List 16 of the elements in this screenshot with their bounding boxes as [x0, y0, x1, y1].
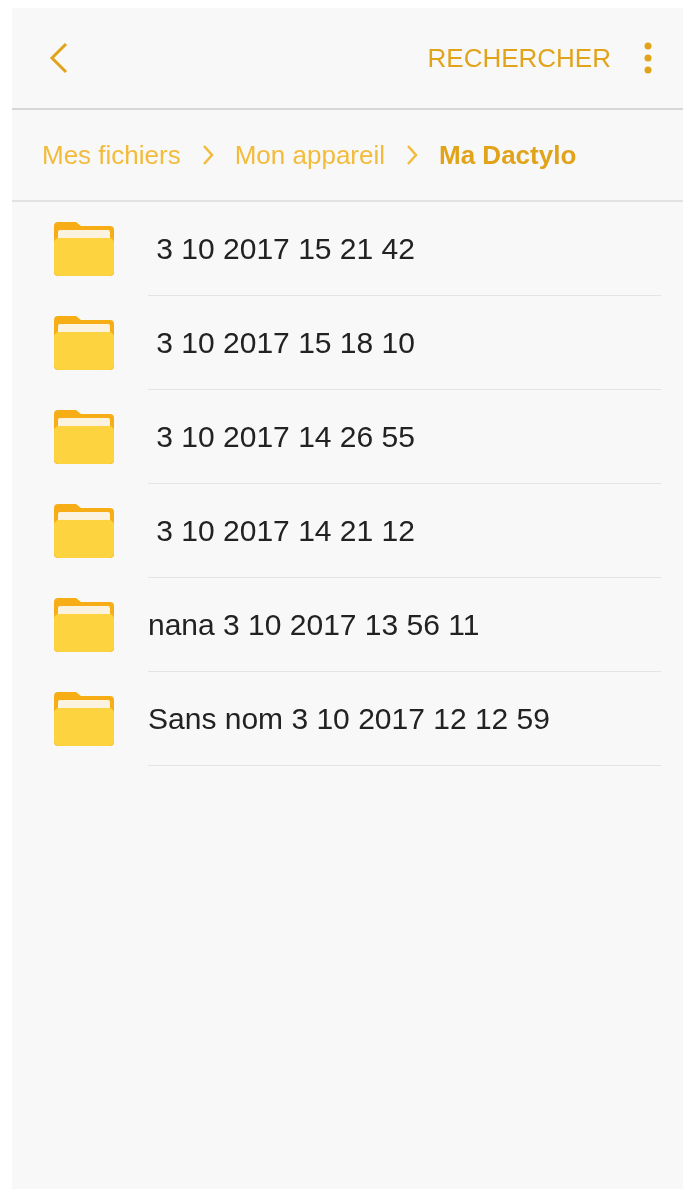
folder-name[interactable]: 3 10 2017 14 26 55 — [148, 419, 415, 454]
folder-icon — [54, 316, 114, 370]
folder-name[interactable]: 3 10 2017 14 21 12 — [148, 513, 415, 548]
folder-icon — [54, 504, 114, 558]
folder-icon — [54, 598, 114, 652]
chevron-right-icon — [200, 143, 215, 167]
folder-name[interactable]: 3 10 2017 15 18 10 — [148, 325, 415, 360]
back-button[interactable] — [48, 41, 70, 75]
chevron-right-icon — [405, 143, 419, 167]
folder-name[interactable]: 3 10 2017 15 21 42 — [148, 231, 415, 266]
folder-name[interactable]: Sans nom 3 10 2017 12 12 59 — [148, 701, 550, 736]
folder-name[interactable]: nana 3 10 2017 13 56 11 — [148, 607, 480, 642]
folder-icon — [54, 410, 114, 464]
folder-icon — [54, 692, 114, 746]
more-options-icon[interactable] — [643, 42, 653, 74]
folder-icon — [54, 222, 114, 276]
